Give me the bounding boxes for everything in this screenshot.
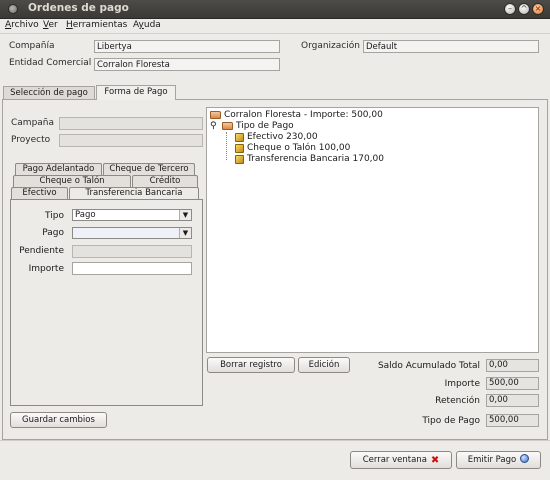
pago-select[interactable]: ▼ bbox=[72, 227, 192, 239]
tree-item-label: Efectivo 230,00 bbox=[247, 132, 318, 142]
menu-ayuda[interactable]: Ayuda bbox=[133, 20, 161, 30]
payment-tree[interactable]: Corralon Floresta - Importe: 500,00 ⚲ Ti… bbox=[206, 107, 539, 353]
campaign-field[interactable] bbox=[59, 117, 203, 130]
footer-divider bbox=[0, 440, 550, 441]
tree-group-node[interactable]: Tipo de Pago bbox=[222, 121, 294, 131]
menu-ver[interactable]: Ver bbox=[43, 20, 58, 30]
tree-item-efectivo[interactable]: Efectivo 230,00 bbox=[235, 132, 318, 142]
tab-cheque-o-talon[interactable]: Cheque o Talón bbox=[13, 175, 131, 187]
project-field[interactable] bbox=[59, 134, 203, 147]
folder-icon bbox=[210, 111, 221, 119]
tipo-de-pago-label: Tipo de Pago bbox=[422, 416, 480, 426]
save-changes-label: Guardar cambios bbox=[22, 415, 95, 425]
tab-efectivo[interactable]: Efectivo bbox=[11, 187, 68, 199]
importe-label: Importe bbox=[28, 264, 64, 274]
delete-record-button[interactable]: Borrar registro bbox=[207, 357, 295, 373]
tree-item-label: Transferencia Bancaria 170,00 bbox=[247, 154, 384, 164]
importe-input[interactable] bbox=[72, 262, 192, 275]
maximize-icon[interactable]: ^ bbox=[518, 3, 530, 15]
payment-icon bbox=[235, 154, 244, 164]
tree-root-label: Corralon Floresta - Importe: 500,00 bbox=[224, 110, 383, 120]
tree-item-label: Cheque o Talón 100,00 bbox=[247, 143, 351, 153]
close-window-label: Cerrar ventana bbox=[362, 455, 427, 465]
pendiente-field bbox=[72, 245, 192, 258]
tipo-select[interactable]: Pago ▼ bbox=[72, 209, 192, 221]
edit-label: Edición bbox=[308, 360, 340, 370]
menu-herramientas[interactable]: Herramientas bbox=[66, 20, 127, 30]
tab-forma-de-pago[interactable]: Forma de Pago bbox=[96, 85, 176, 100]
chevron-down-icon[interactable]: ▼ bbox=[179, 228, 191, 238]
globe-icon bbox=[520, 454, 530, 463]
emit-payment-label: Emitir Pago bbox=[467, 455, 517, 465]
organization-label: Organización bbox=[301, 41, 360, 51]
save-changes-button[interactable]: Guardar cambios bbox=[10, 412, 107, 428]
pendiente-label: Pendiente bbox=[19, 246, 64, 256]
expander-icon[interactable]: ⚲ bbox=[210, 121, 217, 131]
pago-label: Pago bbox=[42, 228, 64, 238]
menu-archivo[interactable]: Archivo bbox=[5, 20, 39, 30]
red-x-icon: ✖ bbox=[430, 455, 440, 466]
tipo-de-pago-field: 500,00 bbox=[486, 414, 539, 427]
project-label: Proyecto bbox=[11, 135, 51, 145]
retencion-field: 0,00 bbox=[486, 394, 539, 407]
tab-pago-adelantado[interactable]: Pago Adelantado bbox=[15, 163, 102, 175]
tree-group-label: Tipo de Pago bbox=[236, 121, 294, 131]
folder-icon bbox=[222, 122, 233, 130]
summary-importe-field: 500,00 bbox=[486, 377, 539, 390]
tree-root-node[interactable]: Corralon Floresta - Importe: 500,00 bbox=[210, 110, 383, 120]
close-window-button[interactable]: Cerrar ventana ✖ bbox=[350, 451, 452, 469]
minimize-icon[interactable]: – bbox=[504, 3, 516, 15]
organization-field[interactable]: Default bbox=[363, 40, 539, 53]
tipo-value: Pago bbox=[75, 210, 96, 220]
delete-record-label: Borrar registro bbox=[220, 360, 282, 370]
tipo-label: Tipo bbox=[45, 211, 64, 221]
edit-button[interactable]: Edición bbox=[298, 357, 350, 373]
payment-icon bbox=[235, 132, 244, 142]
tree-item-cheque[interactable]: Cheque o Talón 100,00 bbox=[235, 143, 350, 153]
close-icon[interactable]: × bbox=[532, 3, 544, 15]
saldo-label: Saldo Acumulado Total bbox=[377, 361, 480, 371]
tab-transferencia-bancaria[interactable]: Transferencia Bancaria bbox=[69, 187, 199, 199]
window-title: Ordenes de pago bbox=[28, 2, 129, 14]
company-label: Compañía bbox=[9, 41, 55, 51]
entity-field[interactable]: Corralon Floresta bbox=[94, 58, 280, 71]
emit-payment-button[interactable]: Emitir Pago bbox=[456, 451, 541, 469]
window-menu-icon[interactable] bbox=[8, 4, 18, 14]
company-field[interactable]: Libertya bbox=[94, 40, 280, 53]
saldo-field: 0,00 bbox=[486, 359, 539, 372]
app-window: Ordenes de pago – ^ × Archivo Ver Herram… bbox=[0, 0, 550, 480]
chevron-down-icon[interactable]: ▼ bbox=[179, 210, 191, 220]
tree-connector bbox=[226, 132, 227, 160]
entity-label: Entidad Comercial bbox=[9, 58, 92, 68]
menu-bar: Archivo Ver Herramientas Ayuda bbox=[0, 19, 550, 34]
campaign-label: Campaña bbox=[11, 118, 55, 128]
summary-importe-label: Importe bbox=[444, 379, 480, 389]
payment-icon bbox=[235, 143, 244, 153]
tab-cheque-de-tercero[interactable]: Cheque de Tercero bbox=[103, 163, 195, 175]
retencion-label: Retención bbox=[435, 396, 480, 406]
title-bar: Ordenes de pago – ^ × bbox=[0, 0, 550, 19]
tab-credito[interactable]: Crédito bbox=[132, 175, 198, 187]
tree-item-transferencia[interactable]: Transferencia Bancaria 170,00 bbox=[235, 154, 384, 164]
tab-seleccion-de-pago[interactable]: Selección de pago bbox=[3, 86, 95, 100]
